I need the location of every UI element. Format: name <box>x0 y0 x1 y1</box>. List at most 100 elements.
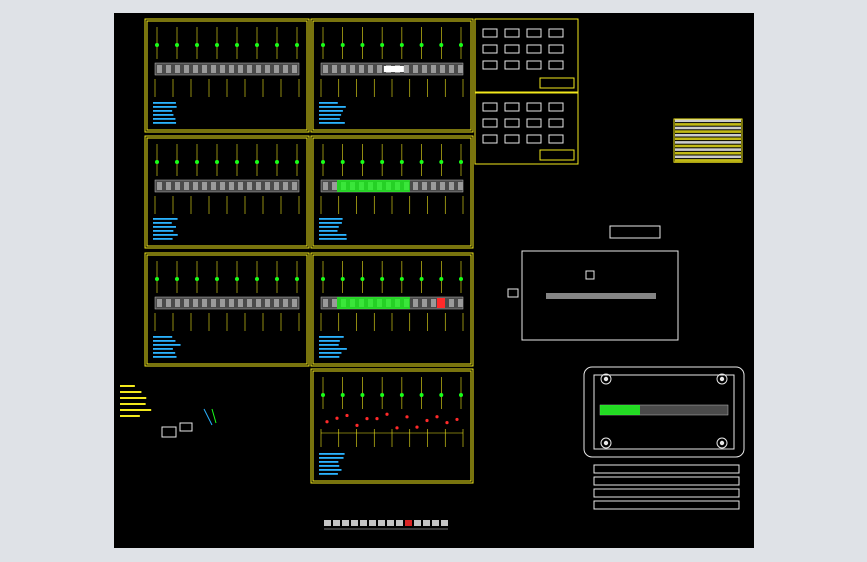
strip-station <box>193 182 198 190</box>
bom-row <box>675 133 741 137</box>
sheet-inner-frame <box>312 254 472 365</box>
drawing-sheet-6 <box>310 252 474 367</box>
punch-point <box>375 417 379 421</box>
die-hole-center <box>719 440 725 446</box>
pilot-point <box>419 160 424 164</box>
strip-station <box>256 182 261 190</box>
strip-station <box>413 65 418 73</box>
pilot-point <box>155 160 159 164</box>
part-symbol-icon <box>526 28 542 38</box>
note-line <box>153 238 173 240</box>
note-line <box>153 106 177 108</box>
scale-segment <box>324 520 331 526</box>
part-symbol-icon <box>504 134 520 144</box>
pilot-point <box>439 43 444 47</box>
note-line <box>319 114 342 116</box>
highlight-zone <box>337 297 410 309</box>
part-symbol-icon <box>548 60 564 70</box>
pilot-point <box>321 277 325 281</box>
center-detail-view <box>507 225 679 341</box>
strip-station <box>440 182 445 190</box>
legend-line <box>120 409 152 411</box>
strip-station <box>247 182 252 190</box>
punch-point <box>385 412 389 416</box>
legend-line <box>120 397 147 399</box>
note-line <box>153 102 176 104</box>
pilot-point <box>380 277 385 281</box>
strip-station <box>184 299 189 307</box>
pilot-point <box>360 393 365 397</box>
note-line <box>319 473 338 475</box>
strip-station <box>175 65 180 73</box>
pilot-point <box>321 43 325 47</box>
note-line <box>319 106 346 108</box>
legend-line <box>120 391 142 393</box>
pilot-point <box>360 277 365 281</box>
strip-station <box>350 65 355 73</box>
strip-station <box>202 182 207 190</box>
part-symbol-icon <box>504 28 520 38</box>
part-symbol-icon <box>548 28 564 38</box>
note-line <box>153 336 173 338</box>
strip-station <box>431 299 436 307</box>
strip-station <box>211 65 216 73</box>
bom-row <box>675 159 741 162</box>
pilot-point <box>459 393 463 397</box>
strip-station <box>283 65 288 73</box>
punch-point <box>365 417 369 421</box>
pilot-point <box>275 277 279 281</box>
pilot-point <box>340 43 345 47</box>
strip-station <box>166 182 171 190</box>
detail-marker <box>507 288 519 298</box>
pilot-point <box>235 277 239 281</box>
pilot-point <box>459 277 463 281</box>
punch-point <box>355 423 359 427</box>
sheet-inner-frame <box>312 370 472 482</box>
strip-station <box>157 299 162 307</box>
strip-station <box>458 299 463 307</box>
cad-drawing[interactable] <box>114 13 754 548</box>
note-line <box>153 230 174 232</box>
part-symbol-icon <box>548 134 564 144</box>
strip-station <box>193 65 198 73</box>
note-line <box>319 118 340 120</box>
cad-drawing-canvas[interactable] <box>114 13 754 548</box>
strip-station <box>422 65 427 73</box>
strip-station <box>283 182 288 190</box>
white-zone <box>383 66 404 72</box>
die-layer-plate <box>593 464 740 474</box>
scale-segment <box>396 520 403 526</box>
pilot-point <box>235 160 239 164</box>
strip-station <box>229 299 234 307</box>
strip-station <box>449 299 454 307</box>
bom-row <box>675 148 741 151</box>
legend-line <box>120 415 140 417</box>
strip-station <box>458 182 463 190</box>
pilot-point <box>275 43 279 47</box>
drawing-sheet-1 <box>144 18 310 133</box>
note-line <box>319 226 339 228</box>
drawing-sheet-7 <box>310 368 474 484</box>
strip-station <box>431 182 436 190</box>
note-line <box>319 222 342 224</box>
note-line <box>153 118 176 120</box>
note-line <box>319 110 343 112</box>
pilot-point <box>155 43 159 47</box>
strip-station <box>431 65 436 73</box>
note-line <box>153 344 181 346</box>
scale-segment <box>432 520 439 526</box>
scale-segment <box>369 520 376 526</box>
note-line <box>319 461 339 463</box>
pilot-point <box>419 277 424 281</box>
note-line <box>153 222 172 224</box>
part-symbol-icon <box>548 102 564 112</box>
pilot-point <box>399 277 404 281</box>
part-symbol-icon <box>504 44 520 54</box>
strip-station <box>265 65 270 73</box>
strip-station <box>256 65 261 73</box>
pilot-point <box>215 277 219 281</box>
strip-station <box>274 299 279 307</box>
strip-station <box>157 65 162 73</box>
legend-line <box>120 403 146 405</box>
strip-station <box>292 65 297 73</box>
